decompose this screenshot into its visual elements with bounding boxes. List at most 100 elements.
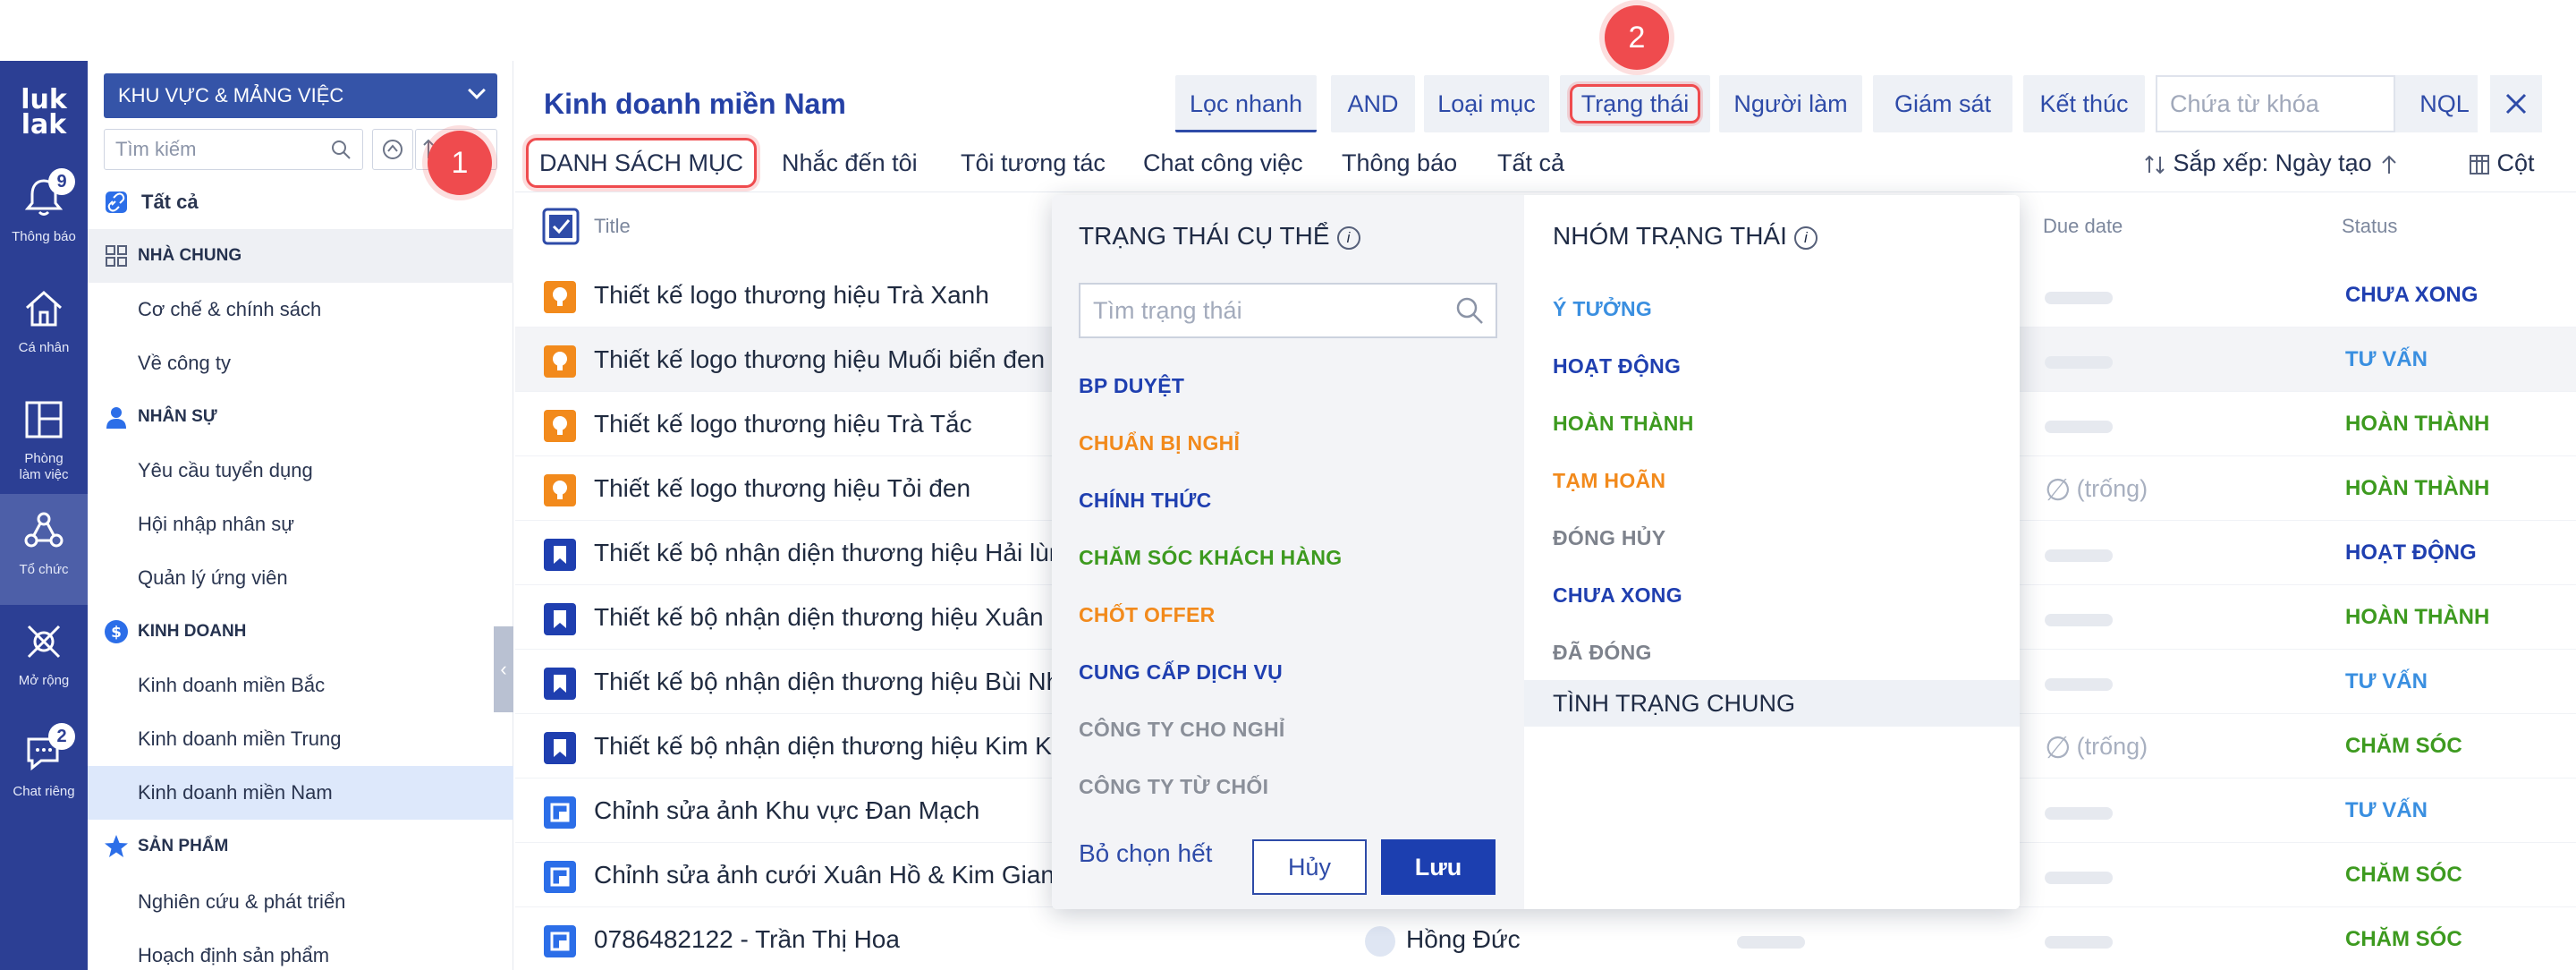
rail-item-private-chat[interactable]: 2 Chat riêng (0, 716, 88, 827)
status-group-option[interactable]: HOÀN THÀNH (1553, 412, 1694, 436)
workspace-select[interactable]: KHU VỰC & MẢNG VIỆC (104, 73, 497, 118)
sidebar-item-onboarding[interactable]: Hội nhập nhân sự (88, 498, 513, 551)
specific-status-option[interactable]: CHỐT OFFER (1079, 603, 1216, 627)
column-due-date[interactable]: Due date (2043, 215, 2123, 238)
notification-badge: 9 (48, 168, 75, 195)
row-due-placeholder (2045, 421, 2113, 433)
status-group-option[interactable]: ĐÃ ĐÓNG (1553, 641, 1652, 665)
specific-status-option[interactable]: CHĂM SÓC KHÁCH HÀNG (1079, 546, 1342, 570)
tab-item-list[interactable]: DANH SÁCH MỤC (526, 138, 758, 188)
row-title[interactable]: Thiết kế logo thương hiệu Tỏi đen (594, 456, 1131, 521)
rail-item-organization[interactable]: Tổ chức (0, 494, 88, 605)
row-status[interactable]: HOẠT ĐỘNG (2345, 521, 2477, 585)
sidebar-group-shared-home[interactable]: NHÀ CHUNG (88, 229, 513, 283)
status-search-input[interactable]: Tìm trạng thái (1079, 283, 1497, 338)
status-group-option[interactable]: ĐÓNG HỦY (1553, 526, 1665, 550)
row-title[interactable]: Thiết kế logo thương hiệu Trà Xanh (594, 263, 1131, 328)
general-status-option[interactable]: TÌNH TRẠNG CHUNG (1524, 680, 2020, 727)
row-title[interactable]: Thiết kế logo thương hiệu Muối biển đen (594, 328, 1131, 392)
row-status[interactable]: TƯ VẤN (2345, 650, 2428, 714)
row-title[interactable]: Thiết kế bộ nhận diện thương hiệu Hải lù… (594, 521, 1131, 585)
filter-status[interactable]: Trạng thái (1560, 75, 1710, 132)
row-due-date[interactable]: ∅ (trống) (2045, 714, 2148, 779)
keyword-input[interactable]: Chứa từ khóa (2156, 75, 2395, 132)
table-row[interactable]: 0786482122 - Trần Thị Hoa Hồng Đức CHĂM SÓ… (515, 907, 2576, 970)
filter-assignee[interactable]: Người làm (1719, 75, 1862, 132)
row-title[interactable]: Thiết kế logo thương hiệu Trà Tắc (594, 392, 1131, 456)
sidebar-item-candidates[interactable]: Quản lý ứng viên (88, 551, 513, 605)
row-status[interactable]: HOÀN THÀNH (2345, 392, 2489, 456)
filter-quick[interactable]: Lọc nhanh (1175, 75, 1317, 132)
row-status[interactable]: CHĂM SÓC (2345, 843, 2462, 907)
link-icon (106, 191, 127, 213)
close-filter-button[interactable] (2490, 75, 2542, 132)
sidebar-group-hr[interactable]: NHÂN SỰ (88, 390, 513, 444)
specific-status-option[interactable]: CHUẨN BỊ NGHỈ (1079, 431, 1240, 455)
sidebar-item-sales-north[interactable]: Kinh doanh miền Bắc (88, 659, 513, 712)
status-group-option[interactable]: CHƯA XONG (1553, 583, 1682, 608)
tab-notifications[interactable]: Thông báo (1342, 136, 1457, 190)
sidebar-group-products[interactable]: SẢN PHẨM (88, 820, 513, 873)
column-title[interactable]: Title (594, 215, 631, 238)
row-status[interactable]: HOÀN THÀNH (2345, 456, 2489, 521)
tab-mentions[interactable]: Nhắc đến tôi (782, 136, 918, 190)
tab-interactions[interactable]: Tôi tương tác (961, 136, 1106, 190)
specific-status-option[interactable]: BP DUYỆT (1079, 374, 1184, 398)
specific-status-option[interactable]: CÔNG TY TỪ CHỐI (1079, 775, 1268, 799)
status-group-option[interactable]: TẠM HOÃN (1553, 469, 1665, 493)
tab-work-chat[interactable]: Chat công việc (1143, 136, 1303, 190)
app-logo[interactable]: luk lak (0, 87, 88, 139)
row-status[interactable]: CHĂM SÓC (2345, 907, 2462, 970)
cancel-button[interactable]: Hủy (1252, 839, 1367, 895)
row-title[interactable]: Thiết kế bộ nhận diện thương hiệu Kim Kh… (594, 714, 1131, 779)
rail-item-workroom[interactable]: Phòng làm việc (0, 383, 88, 494)
column-status[interactable]: Status (2342, 215, 2397, 238)
row-status[interactable]: CHĂM SÓC (2345, 714, 2462, 779)
header-divider (515, 191, 2576, 192)
filter-item-type[interactable]: Loại mục (1424, 75, 1549, 132)
info-icon[interactable]: i (1793, 225, 1818, 250)
specific-status-option[interactable]: CUNG CẤP DỊCH VỤ (1079, 660, 1283, 685)
sidebar-collapse-handle[interactable]: ‹ (494, 626, 513, 712)
row-title[interactable]: Thiết kế bộ nhận diện thương hiệu Xuân H… (594, 585, 1131, 650)
tab-all[interactable]: Tất cả (1497, 136, 1564, 190)
sidebar-item-sales-south[interactable]: Kinh doanh miền Nam (88, 766, 513, 820)
status-group-option[interactable]: Ý TƯỞNG (1553, 297, 1652, 321)
row-status[interactable]: TƯ VẤN (2345, 328, 2428, 392)
row-title[interactable]: Thiết kế bộ nhận diện thương hiệu Bùi Nh… (594, 650, 1131, 714)
rail-item-extensions[interactable]: Mở rộng (0, 605, 88, 716)
filter-toggle-button[interactable] (372, 129, 413, 170)
row-status[interactable]: HOÀN THÀNH (2345, 585, 2489, 650)
sidebar-item-recruitment[interactable]: Yêu cầu tuyển dụng (88, 444, 513, 498)
sidebar-item-policies[interactable]: Cơ chế & chính sách (88, 283, 513, 336)
row-due-date[interactable]: ∅ (trống) (2045, 456, 2148, 521)
info-icon[interactable]: i (1336, 225, 1360, 250)
row-title[interactable]: Chỉnh sửa ảnh cưới Xuân Hồ & Kim Giang (594, 843, 1131, 907)
rail-item-notifications[interactable]: 9 Thông báo (0, 161, 88, 272)
columns-button[interactable]: Cột (2469, 136, 2535, 190)
filter-and[interactable]: AND (1331, 75, 1415, 132)
row-status[interactable]: TƯ VẤN (2345, 779, 2428, 843)
sidebar-item-rnd[interactable]: Nghiên cứu & phát triển (88, 875, 513, 929)
rail-item-personal[interactable]: Cá nhân (0, 272, 88, 383)
filter-end[interactable]: Kết thúc (2023, 75, 2145, 132)
sidebar-item-product-planning[interactable]: Hoạch định sản phẩm (88, 929, 513, 970)
sidebar-search-input[interactable]: Tìm kiếm (104, 129, 363, 170)
nql-button[interactable]: NQL (2411, 75, 2478, 132)
clear-all-link[interactable]: Bỏ chọn hết (1079, 839, 1212, 868)
row-title[interactable]: 0786482122 - Trần Thị Hoa (594, 907, 1131, 970)
specific-status-option[interactable]: CÔNG TY CHO NGHỈ (1079, 718, 1285, 742)
filter-supervisor[interactable]: Giám sát (1873, 75, 2012, 132)
sort-control[interactable]: Sắp xếp: Ngày tạo (2143, 136, 2400, 190)
sidebar-item-about-company[interactable]: Về công ty (88, 336, 513, 390)
sidebar-group-sales[interactable]: $ KINH DOANH (88, 605, 513, 659)
status-group-option[interactable]: HOẠT ĐỘNG (1553, 354, 1681, 379)
row-status[interactable]: CHƯA XONG (2345, 263, 2478, 328)
sidebar-item-sales-central[interactable]: Kinh doanh miền Trung (88, 712, 513, 766)
save-button[interactable]: Lưu (1381, 839, 1496, 895)
row-assignee[interactable]: Hồng Đức (1365, 907, 1521, 970)
row-title[interactable]: Chỉnh sửa ảnh Khu vực Đan Mạch (594, 779, 1131, 843)
specific-status-option[interactable]: CHÍNH THỨC (1079, 489, 1212, 513)
select-all-checkbox[interactable] (542, 208, 580, 251)
sidebar-search-placeholder: Tìm kiếm (115, 138, 197, 160)
